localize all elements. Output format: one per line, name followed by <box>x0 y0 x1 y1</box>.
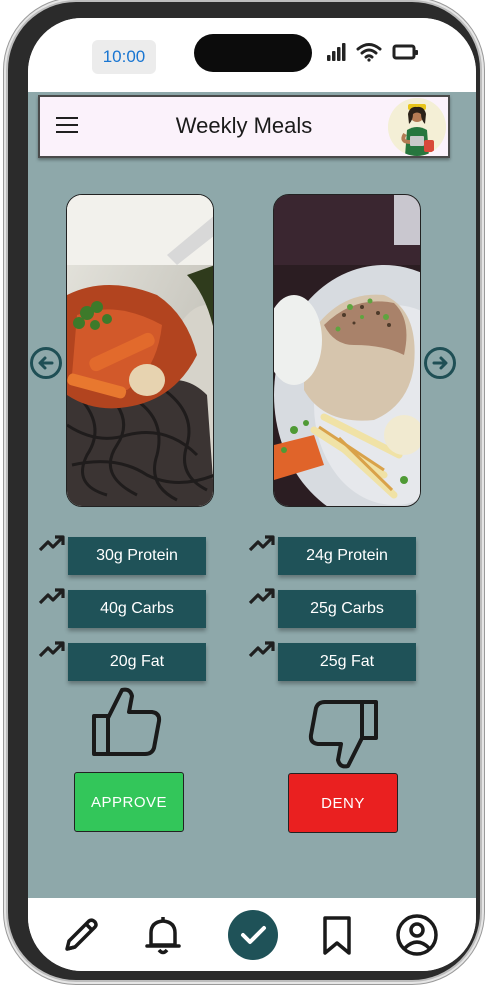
protein-chip-left: 30g Protein <box>68 537 206 575</box>
previous-arrow-icon[interactable] <box>30 347 62 379</box>
bookmark-icon <box>323 916 351 955</box>
status-time: 10:00 <box>92 40 156 74</box>
nav-approve[interactable] <box>228 910 278 960</box>
nav-edit[interactable] <box>56 910 106 960</box>
avatar-illustration <box>388 98 446 156</box>
pencil-icon <box>65 918 98 951</box>
signal-icon <box>327 43 346 61</box>
trending-up-icon <box>248 588 275 605</box>
protein-chip-right: 24g Protein <box>278 537 416 575</box>
wifi-icon <box>356 43 382 62</box>
meal-photo-salmon[interactable] <box>273 194 421 507</box>
fat-chip-right: 25g Fat <box>278 643 416 681</box>
bell-icon <box>145 917 181 955</box>
app-bar: Weekly Meals <box>38 95 450 158</box>
app-screen: Weekly Meals 30g Protein 40g Carbs 20g F… <box>28 92 476 898</box>
trending-up-icon <box>248 535 275 552</box>
check-icon <box>241 926 266 944</box>
side-button-power <box>480 280 484 390</box>
nav-notifications[interactable] <box>138 910 188 960</box>
avatar[interactable] <box>388 98 446 156</box>
status-icons <box>326 42 420 62</box>
carbs-chip-right: 25g Carbs <box>278 590 416 628</box>
fat-chip-left: 20g Fat <box>68 643 206 681</box>
trending-up-icon <box>38 535 65 552</box>
trending-up-icon <box>38 641 65 658</box>
status-bar: 10:00 <box>28 18 476 92</box>
next-arrow-icon[interactable] <box>424 347 456 379</box>
bottom-nav <box>28 898 476 971</box>
battery-icon <box>392 44 418 60</box>
approve-button[interactable]: APPROVE <box>74 772 184 832</box>
page-title: Weekly Meals <box>175 113 313 138</box>
nav-active-indicator <box>228 910 278 960</box>
nav-saved[interactable] <box>312 910 362 960</box>
trending-up-icon <box>38 588 65 605</box>
account-icon <box>396 914 438 956</box>
carbs-chip-left: 40g Carbs <box>68 590 206 628</box>
phone-screen: 10:00 Weekly Meals 30g Protein 40g Carbs… <box>28 18 476 971</box>
meal-photo-pasta[interactable] <box>66 194 214 507</box>
trending-up-icon <box>248 641 275 658</box>
phone-frame: 10:00 Weekly Meals 30g Protein 40g Carbs… <box>8 2 480 980</box>
thumbs-up-icon[interactable] <box>90 684 164 758</box>
deny-button[interactable]: DENY <box>288 773 398 833</box>
nav-profile[interactable] <box>392 910 442 960</box>
dynamic-island <box>194 34 312 72</box>
thumbs-down-icon[interactable] <box>306 698 380 772</box>
